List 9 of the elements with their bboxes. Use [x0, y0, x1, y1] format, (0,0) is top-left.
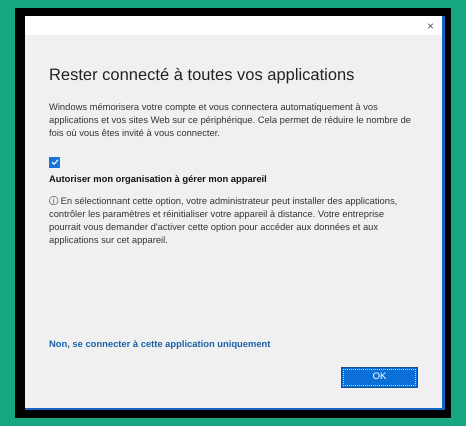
info-text: ⓘ En sélectionnant cette option, votre administrateur peut installer des applications, contrôler les paramètres et réinitialiser votre appareil à distance. Votre entreprise pourrait vous demander d'activer cette option pour accéder aux données et aux applications sur cet appareil.	[49, 194, 398, 246]
close-button[interactable]: ×	[426, 20, 434, 32]
description-text: Windows mémorisera votre compte et vous connectera automatiquement à vos applications et vos sites Web sur ce périphérique. Cela permet de réduire le nombre de fois où vous êtes invité à vous connecter.	[49, 100, 412, 139]
ok-button[interactable]: OK	[341, 367, 418, 388]
skip-link[interactable]: Non, se connecter à cette application uniquement	[49, 336, 270, 351]
checkbox[interactable]	[49, 156, 60, 168]
checkmark-icon	[50, 158, 58, 166]
dialog-title: Rester connecté à toutes vos applications	[49, 65, 356, 86]
checkbox-label: Autoriser mon organisation à gérer mon appareil	[49, 172, 268, 186]
